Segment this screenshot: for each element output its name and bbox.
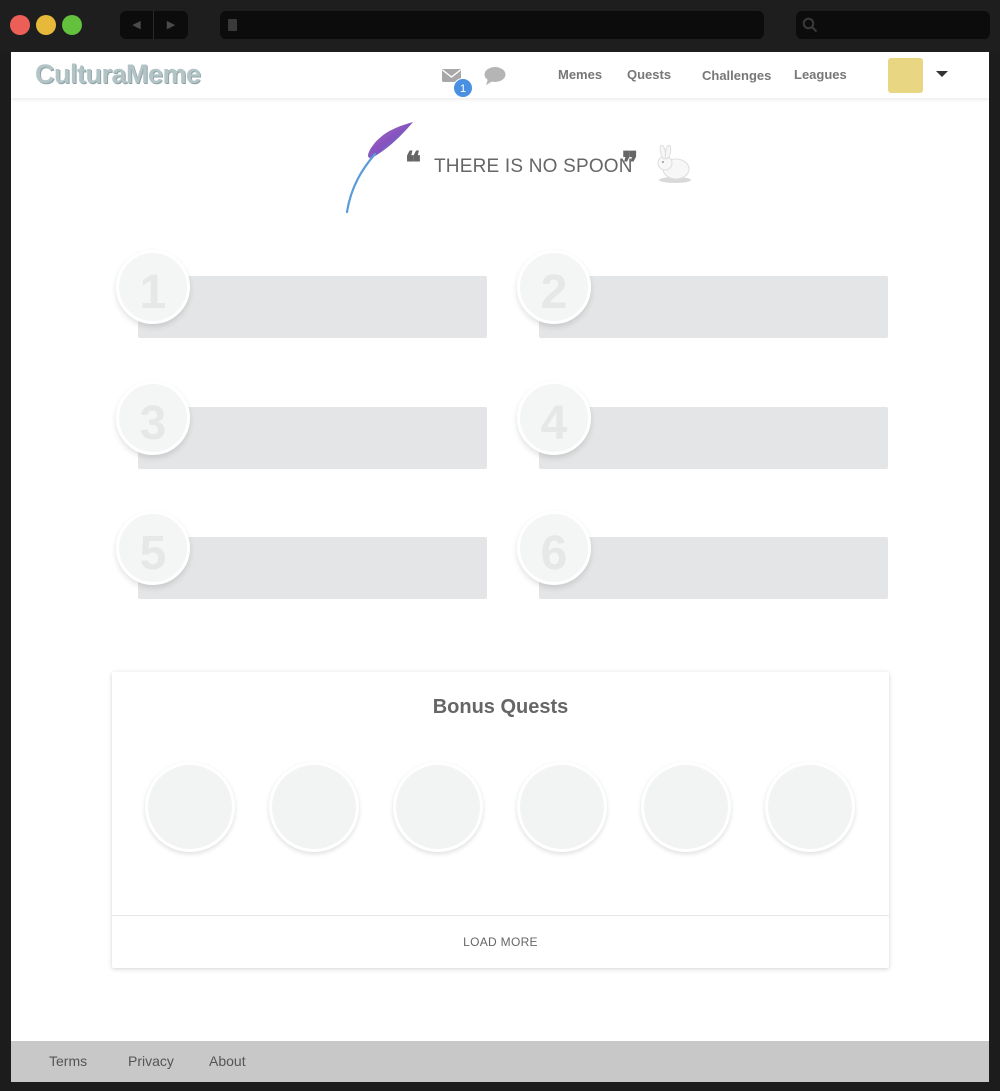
bonus-quest-item[interactable] <box>765 762 855 852</box>
close-window-button[interactable] <box>10 15 30 35</box>
quest-slot-2[interactable] <box>539 276 888 338</box>
page: CulturaMeme 1 Memes Quests Challenges Le… <box>11 52 989 1082</box>
quest-number-badge: 5 <box>116 511 190 585</box>
bonus-quests-panel: Bonus Quests LOAD MORE <box>112 672 889 968</box>
quest-number-badge: 1 <box>116 250 190 324</box>
bonus-quest-item[interactable] <box>641 762 731 852</box>
bonus-quest-item[interactable] <box>517 762 607 852</box>
quest-slot-6[interactable] <box>539 537 888 599</box>
nav-link-leagues[interactable]: Leagues <box>794 67 847 82</box>
quest-slot-3[interactable] <box>138 407 487 469</box>
bonus-quest-item[interactable] <box>393 762 483 852</box>
nav-link-challenges[interactable]: Challenges <box>702 68 771 83</box>
bonus-quests-title: Bonus Quests <box>432 696 569 718</box>
maximize-window-button[interactable] <box>62 15 82 35</box>
bonus-quest-item[interactable] <box>269 762 359 852</box>
browser-search-field[interactable] <box>796 11 990 39</box>
footer: Terms Privacy About <box>11 1041 989 1082</box>
quest-slot-1[interactable] <box>138 276 487 338</box>
top-navbar: CulturaMeme 1 Memes Quests Challenges Le… <box>11 52 989 98</box>
quest-number-badge: 4 <box>517 381 591 455</box>
open-quote-icon: ❝ <box>405 147 422 180</box>
search-icon <box>802 17 818 33</box>
minimize-window-button[interactable] <box>36 15 56 35</box>
quest-number-badge: 6 <box>517 511 591 585</box>
address-bar[interactable] <box>220 11 764 39</box>
bonus-quest-item[interactable] <box>145 762 235 852</box>
quote-text: THERE IS NO SPOON <box>434 156 633 177</box>
back-arrow-icon[interactable]: ◀ <box>120 11 154 39</box>
close-quote-icon: ❞ <box>622 147 639 180</box>
quest-slot-5[interactable] <box>138 537 487 599</box>
load-more-button[interactable]: LOAD MORE <box>112 916 889 968</box>
avatar[interactable] <box>888 58 923 93</box>
quest-slot-4[interactable] <box>539 407 888 469</box>
site-logo[interactable]: CulturaMeme <box>35 59 201 90</box>
quest-number-badge: 3 <box>116 381 190 455</box>
footer-link-privacy[interactable]: Privacy <box>128 1053 174 1069</box>
footer-link-terms[interactable]: Terms <box>49 1053 87 1069</box>
history-nav: ◀ ▶ <box>120 11 188 39</box>
page-icon <box>228 19 237 31</box>
speech-bubble-icon <box>484 67 506 85</box>
notification-badge: 1 <box>453 78 473 98</box>
quest-number-badge: 2 <box>517 250 591 324</box>
footer-link-about[interactable]: About <box>209 1053 246 1069</box>
browser-chrome: ◀ ▶ <box>0 0 1000 52</box>
white-rabbit-icon <box>657 145 691 183</box>
nav-link-memes[interactable]: Memes <box>558 67 602 82</box>
nav-link-quests[interactable]: Quests <box>627 67 671 82</box>
forward-arrow-icon[interactable]: ▶ <box>154 11 188 39</box>
chevron-down-icon[interactable] <box>936 71 948 77</box>
chat-button[interactable] <box>483 66 507 86</box>
